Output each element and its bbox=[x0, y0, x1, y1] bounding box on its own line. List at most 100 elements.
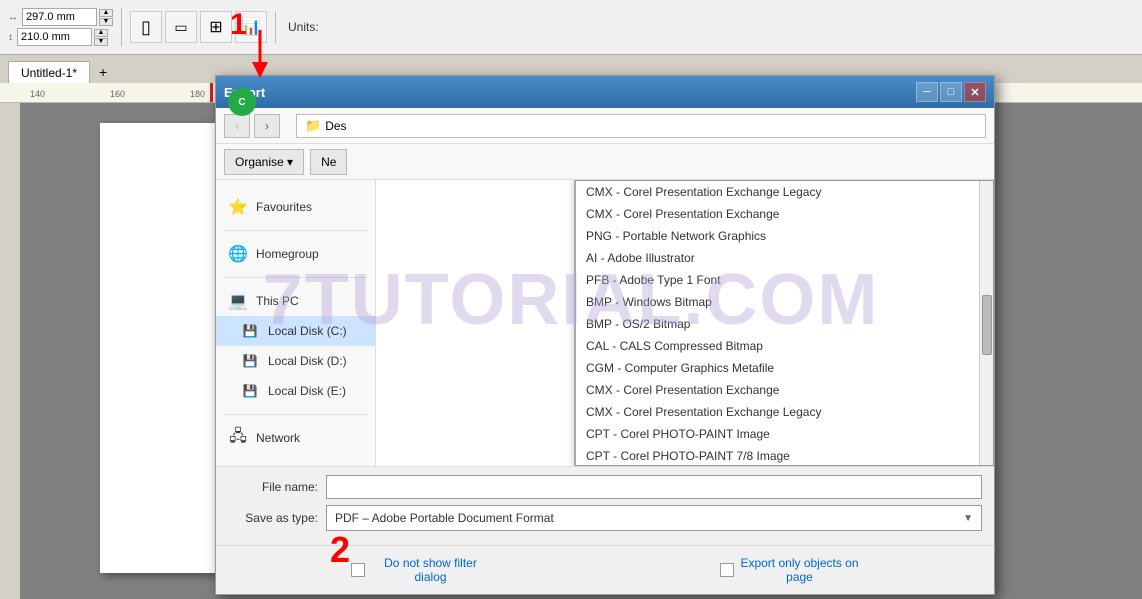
nav-breadcrumb[interactable]: 📁 Des bbox=[296, 114, 986, 138]
sidebar-item-thispc[interactable]: 💻 This PC bbox=[216, 286, 375, 316]
height-input[interactable] bbox=[17, 28, 92, 46]
scroll-thumb bbox=[982, 295, 992, 355]
format-item-11[interactable]: CPT - Corel PHOTO-PAINT Image bbox=[576, 423, 993, 445]
breadcrumb-text: Des bbox=[325, 119, 346, 133]
filename-input[interactable] bbox=[326, 475, 982, 499]
format-item-1[interactable]: CMX - Corel Presentation Exchange bbox=[576, 203, 993, 225]
toolbar: ↔ ▲ ▼ ↕ ▲ ▼ ▯ ▭ ⊞ 📊 Units: bbox=[0, 0, 1142, 55]
checkbox-export-objects-box[interactable] bbox=[720, 563, 734, 577]
dialog-minimize-btn[interactable]: ─ bbox=[916, 82, 938, 102]
organise-label: Organise ▾ bbox=[235, 155, 293, 169]
svg-text:140: 140 bbox=[30, 89, 45, 99]
width-spinner: ▲ ▼ bbox=[99, 9, 113, 26]
units-label: Units: bbox=[288, 20, 319, 34]
dialog-content: CMX - Corel Presentation Exchange Legacy… bbox=[376, 180, 994, 466]
new-folder-btn[interactable]: Ne bbox=[310, 149, 347, 175]
checkbox-export-objects[interactable]: Export only objects on page bbox=[720, 556, 860, 584]
folder-icon: 📁 bbox=[305, 118, 321, 134]
width-spin-down[interactable]: ▼ bbox=[99, 18, 113, 26]
portrait-btn[interactable]: ▯ bbox=[130, 11, 162, 43]
thispc-icon: 💻 bbox=[228, 291, 248, 311]
landscape-btn[interactable]: ▭ bbox=[165, 11, 197, 43]
dialog-maximize-btn[interactable]: □ bbox=[940, 82, 962, 102]
width-icon: ↔ bbox=[8, 12, 18, 23]
height-spin-down[interactable]: ▼ bbox=[94, 38, 108, 46]
format-item-6[interactable]: BMP - OS/2 Bitmap bbox=[576, 313, 993, 335]
favourites-label: Favourites bbox=[256, 200, 312, 214]
dialog-body: ⭐ Favourites 🌐 Homegroup 💻 This PC 💾 bbox=[216, 180, 994, 466]
annotation-number-2: 2 bbox=[330, 529, 350, 570]
format-item-3[interactable]: AI - Adobe Illustrator bbox=[576, 247, 993, 269]
homegroup-icon: 🌐 bbox=[228, 244, 248, 264]
format-item-10[interactable]: CMX - Corel Presentation Exchange Legacy bbox=[576, 401, 993, 423]
network-icon: 🖧 bbox=[228, 428, 248, 448]
height-input-row: ↕ ▲ ▼ bbox=[8, 28, 113, 46]
localdisk-d-icon: 💾 bbox=[240, 351, 260, 371]
tab-untitled[interactable]: Untitled-1* bbox=[8, 61, 90, 83]
tab-add-btn[interactable]: + bbox=[92, 61, 114, 83]
arrow-1-svg bbox=[240, 30, 280, 80]
dialog-nav: ‹ › 📁 Des bbox=[216, 108, 994, 144]
nav-back-btn[interactable]: ‹ bbox=[224, 114, 250, 138]
filename-label: File name: bbox=[228, 480, 318, 494]
sidebar-item-localdisk-e[interactable]: 💾 Local Disk (E:) bbox=[216, 376, 375, 406]
checkbox-no-filter-label: Do not show filter dialog bbox=[371, 556, 491, 584]
export-dialog: Export ─ □ ✕ ‹ › 📁 Des Organise ▾ Ne ⭐ bbox=[215, 75, 995, 595]
dimension-inputs: ↔ ▲ ▼ ↕ ▲ ▼ bbox=[8, 8, 113, 46]
savetype-row: Save as type: PDF – Adobe Portable Docum… bbox=[228, 505, 982, 531]
filename-row: File name: bbox=[228, 475, 982, 499]
checkbox-no-filter[interactable]: Do not show filter dialog bbox=[351, 556, 491, 584]
localdisk-e-label: Local Disk (E:) bbox=[268, 384, 346, 398]
format-item-8[interactable]: CGM - Computer Graphics Metafile bbox=[576, 357, 993, 379]
sidebar-item-network[interactable]: 🖧 Network bbox=[216, 423, 375, 453]
annotation-2-group: 2 bbox=[330, 529, 350, 571]
sidebar-thispc-section: 💻 This PC 💾 Local Disk (C:) 💾 Local Disk… bbox=[216, 282, 375, 410]
new-folder-label: Ne bbox=[321, 155, 336, 169]
favourites-icon: ⭐ bbox=[228, 197, 248, 217]
sidebar-divider-2 bbox=[224, 277, 367, 278]
corel-icon: C bbox=[228, 88, 256, 116]
height-spin-up[interactable]: ▲ bbox=[94, 29, 108, 37]
format-item-9[interactable]: CMX - Corel Presentation Exchange bbox=[576, 379, 993, 401]
format-item-5[interactable]: BMP - Windows Bitmap bbox=[576, 291, 993, 313]
savetype-select[interactable]: PDF – Adobe Portable Document Format ▼ bbox=[326, 505, 982, 531]
homegroup-label: Homegroup bbox=[256, 247, 319, 261]
sidebar-item-localdisk-d[interactable]: 💾 Local Disk (D:) bbox=[216, 346, 375, 376]
format-item-7[interactable]: CAL - CALS Compressed Bitmap bbox=[576, 335, 993, 357]
svg-text:160: 160 bbox=[110, 89, 125, 99]
format-item-4[interactable]: PFB - Adobe Type 1 Font bbox=[576, 269, 993, 291]
format-item-0[interactable]: CMX - Corel Presentation Exchange Legacy bbox=[576, 181, 993, 203]
width-input[interactable] bbox=[22, 8, 97, 26]
scroll-indicator bbox=[979, 181, 993, 465]
savetype-label: Save as type: bbox=[228, 511, 318, 525]
grid-btn[interactable]: ⊞ bbox=[200, 11, 232, 43]
thispc-label: This PC bbox=[256, 294, 299, 308]
sidebar-item-localdisk-c[interactable]: 💾 Local Disk (C:) bbox=[216, 316, 375, 346]
corel-icon-label: C bbox=[238, 97, 245, 108]
format-dropdown[interactable]: CMX - Corel Presentation Exchange Legacy… bbox=[574, 180, 994, 466]
format-item-2[interactable]: PNG - Portable Network Graphics bbox=[576, 225, 993, 247]
sidebar-item-favourites[interactable]: ⭐ Favourites bbox=[216, 192, 375, 222]
nav-forward-btn[interactable]: › bbox=[254, 114, 280, 138]
svg-text:180: 180 bbox=[190, 89, 205, 99]
format-item-12[interactable]: CPT - Corel PHOTO-PAINT 7/8 Image bbox=[576, 445, 993, 466]
checkbox-no-filter-box[interactable] bbox=[351, 563, 365, 577]
sidebar-favourites-section: ⭐ Favourites bbox=[216, 188, 375, 226]
sidebar-item-homegroup[interactable]: 🌐 Homegroup bbox=[216, 239, 375, 269]
sidebar-homegroup-section: 🌐 Homegroup bbox=[216, 235, 375, 273]
format-list: CMX - Corel Presentation Exchange Legacy… bbox=[576, 181, 993, 466]
localdisk-c-icon: 💾 bbox=[240, 321, 260, 341]
dialog-titlebar: Export ─ □ ✕ bbox=[216, 76, 994, 108]
checkbox-export-objects-label: Export only objects on page bbox=[740, 556, 860, 584]
localdisk-e-icon: 💾 bbox=[240, 381, 260, 401]
height-icon: ↕ bbox=[8, 32, 13, 43]
organise-btn[interactable]: Organise ▾ bbox=[224, 149, 304, 175]
annotation-1-group: 1 bbox=[230, 8, 247, 42]
sidebar-divider-3 bbox=[224, 414, 367, 415]
width-input-row: ↔ ▲ ▼ bbox=[8, 8, 113, 26]
tab-label: Untitled-1* bbox=[21, 66, 77, 80]
dialog-sidebar: ⭐ Favourites 🌐 Homegroup 💻 This PC 💾 bbox=[216, 180, 376, 466]
dialog-close-btn[interactable]: ✕ bbox=[964, 82, 986, 102]
width-spin-up[interactable]: ▲ bbox=[99, 9, 113, 17]
savetype-arrow: ▼ bbox=[963, 513, 973, 524]
